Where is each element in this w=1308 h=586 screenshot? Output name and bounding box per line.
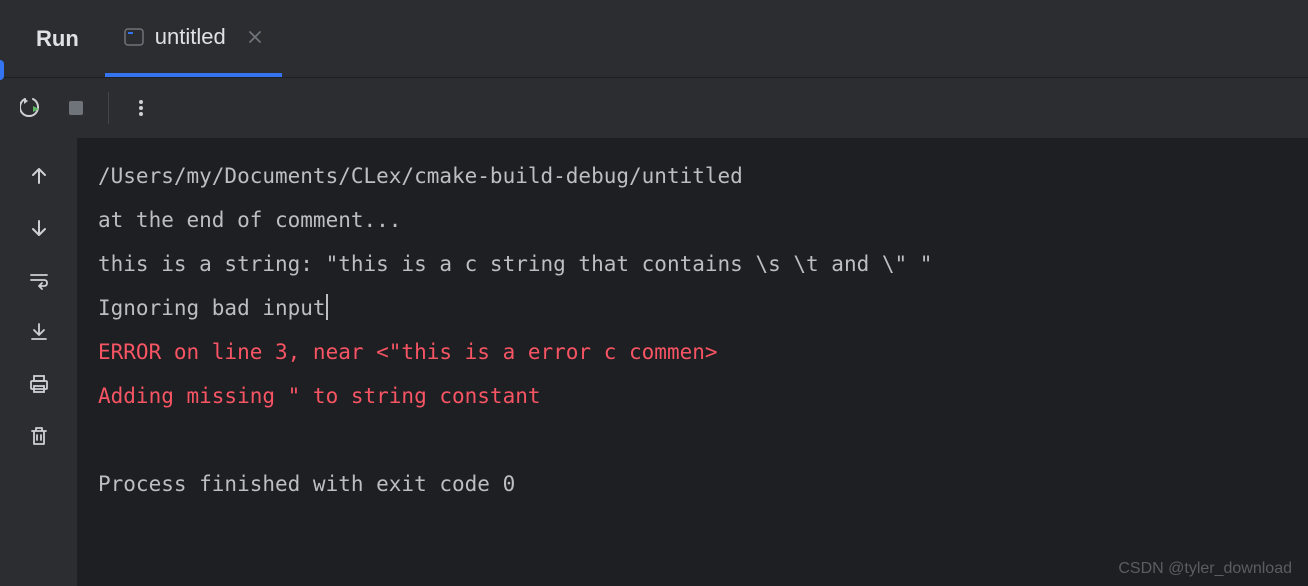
more-options-button[interactable] bbox=[121, 88, 161, 128]
toolbar bbox=[0, 78, 1308, 138]
console-line bbox=[98, 418, 1288, 462]
toolbar-divider bbox=[108, 92, 109, 124]
text-cursor bbox=[326, 294, 328, 320]
console-line: ERROR on line 3, near <"this is a error … bbox=[98, 330, 1288, 374]
watermark: CSDN @tyler_download bbox=[1118, 560, 1292, 578]
delete-button[interactable] bbox=[19, 416, 59, 456]
accent-indicator bbox=[0, 60, 4, 80]
console-line: Process finished with exit code 0 bbox=[98, 462, 1288, 506]
scroll-down-button[interactable] bbox=[19, 208, 59, 248]
scroll-to-end-button[interactable] bbox=[19, 312, 59, 352]
stop-button[interactable] bbox=[56, 88, 96, 128]
run-panel-title: Run bbox=[0, 26, 105, 52]
console-line: this is a string: "this is a c string th… bbox=[98, 242, 1288, 286]
run-tab[interactable]: untitled bbox=[105, 0, 282, 77]
soft-wrap-button[interactable] bbox=[19, 260, 59, 300]
console-line: Ignoring bad input bbox=[98, 286, 1288, 330]
tab-label: untitled bbox=[155, 24, 226, 50]
console-sidebar bbox=[0, 138, 78, 586]
terminal-icon bbox=[123, 26, 145, 48]
print-button[interactable] bbox=[19, 364, 59, 404]
console-line: /Users/my/Documents/CLex/cmake-build-deb… bbox=[98, 154, 1288, 198]
header: Run untitled bbox=[0, 0, 1308, 78]
console-output[interactable]: /Users/my/Documents/CLex/cmake-build-deb… bbox=[78, 138, 1308, 586]
console-line: Adding missing " to string constant bbox=[98, 374, 1288, 418]
content-area: /Users/my/Documents/CLex/cmake-build-deb… bbox=[0, 138, 1308, 586]
scroll-up-button[interactable] bbox=[19, 156, 59, 196]
rerun-button[interactable] bbox=[12, 88, 52, 128]
close-tab-button[interactable] bbox=[246, 28, 264, 46]
console-line: at the end of comment... bbox=[98, 198, 1288, 242]
